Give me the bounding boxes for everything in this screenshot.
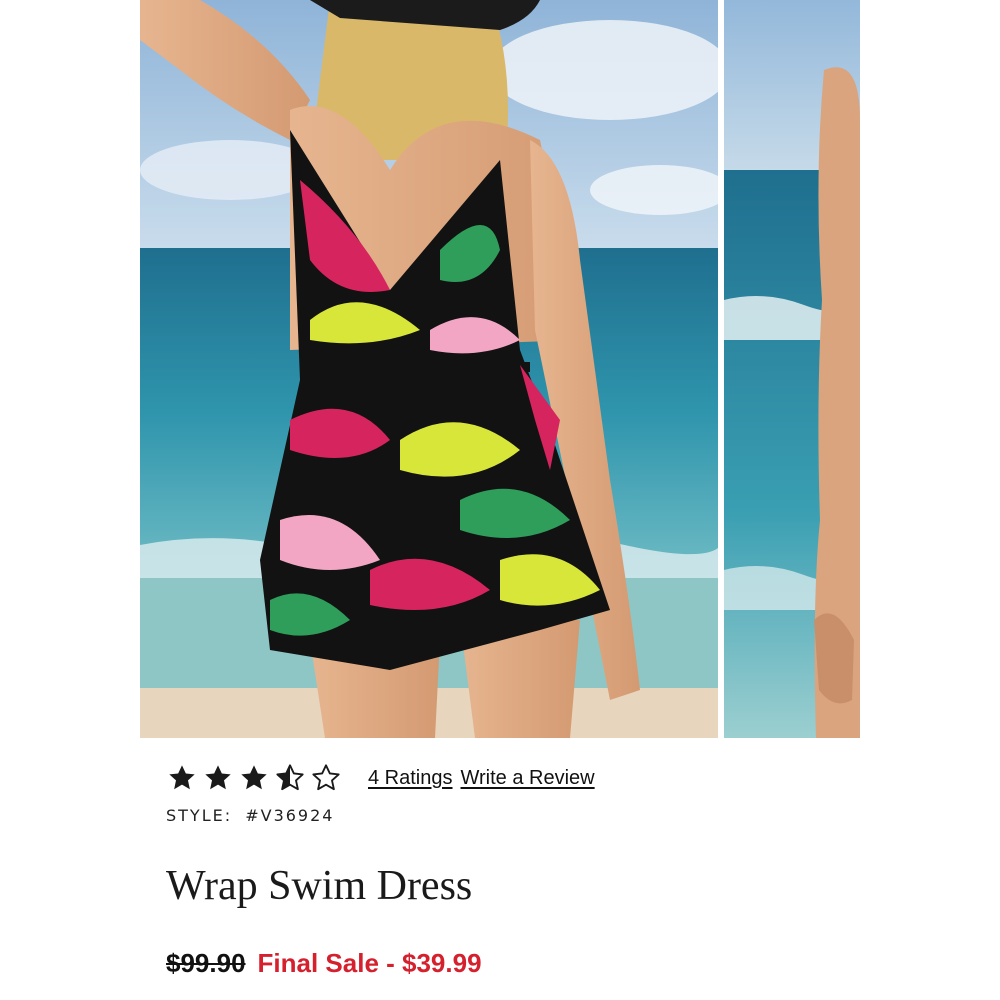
style-label: STYLE:	[166, 806, 233, 825]
original-price: $99.90	[166, 948, 246, 978]
sale-price: Final Sale - $39.99	[257, 948, 482, 978]
star-full-icon	[166, 762, 198, 794]
ratings-count-link[interactable]: 4 Ratings	[368, 767, 453, 790]
star-empty-icon	[310, 762, 342, 794]
style-value: #V36924	[245, 806, 335, 825]
style-number: STYLE: #V36924	[166, 806, 334, 825]
product-image-next[interactable]	[724, 0, 860, 738]
star-half-icon	[274, 762, 306, 794]
price: $99.90 Final Sale - $39.99	[166, 948, 482, 979]
product-detail-column: 4 Ratings Write a Review STYLE: #V36924 …	[140, 0, 860, 1000]
product-title: Wrap Swim Dress	[166, 863, 473, 909]
product-page: 4 Ratings Write a Review STYLE: #V36924 …	[0, 0, 1000, 1000]
star-rating	[166, 762, 342, 794]
star-full-icon	[238, 762, 270, 794]
rating-summary: 4 Ratings Write a Review	[166, 760, 595, 796]
product-image-main[interactable]	[140, 0, 718, 738]
product-photo	[140, 0, 718, 738]
write-review-link[interactable]: Write a Review	[461, 767, 595, 790]
product-image-carousel[interactable]	[140, 0, 860, 738]
product-photo-next	[724, 0, 860, 738]
star-full-icon	[202, 762, 234, 794]
